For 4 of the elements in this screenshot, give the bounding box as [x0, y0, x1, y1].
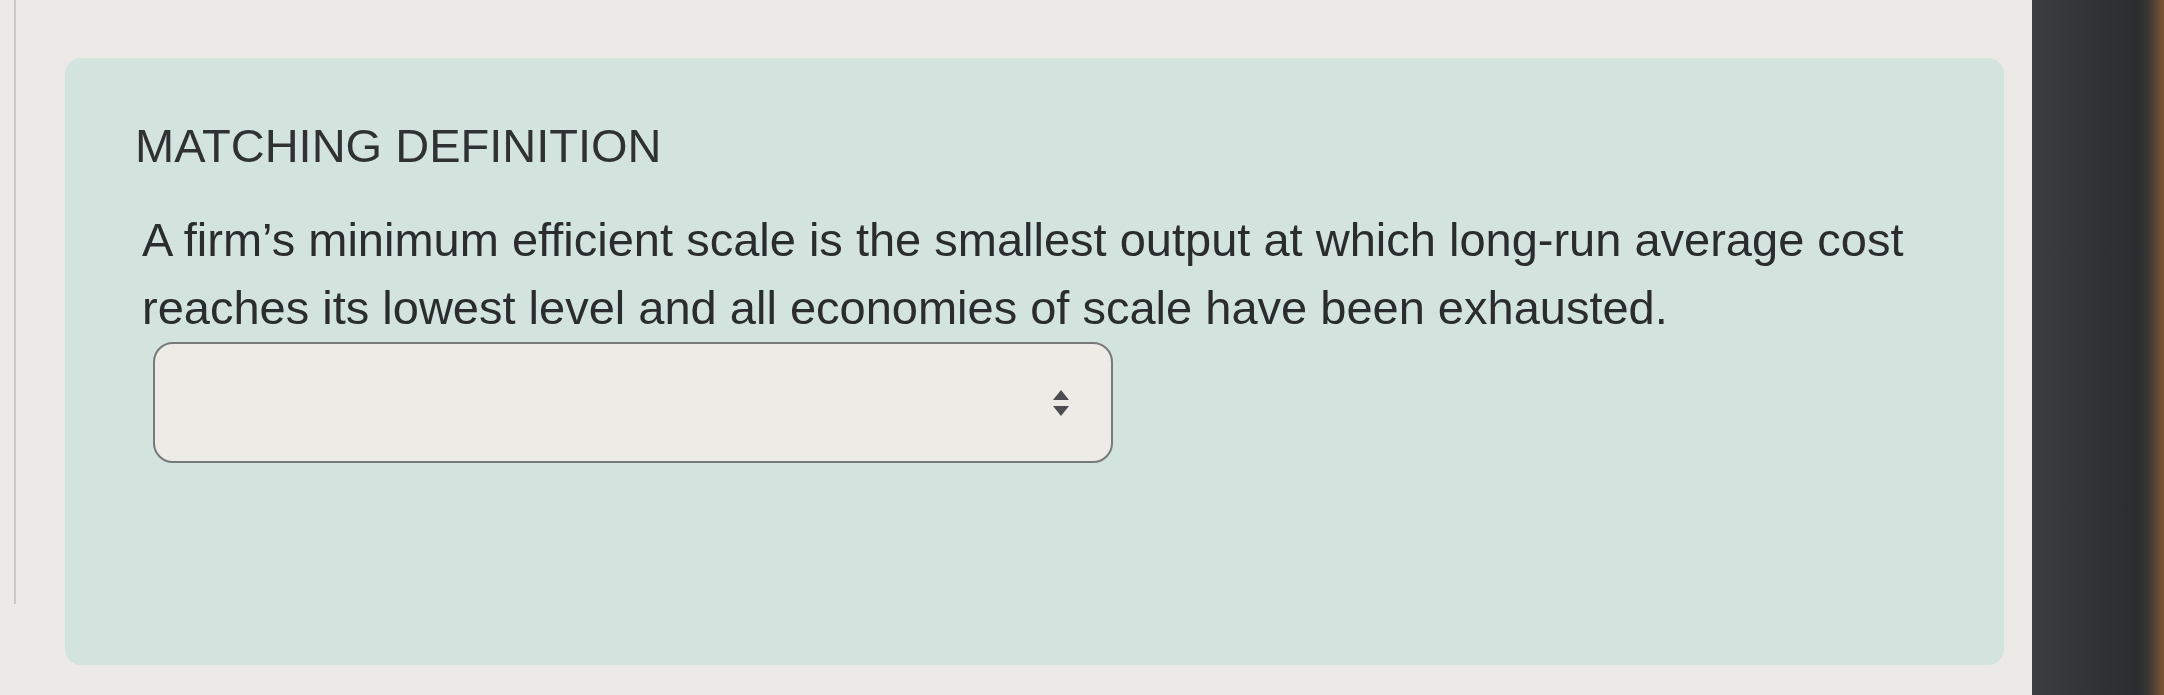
answer-dropdown[interactable] [153, 342, 1113, 463]
definition-text: A firm’s minimum efficient scale is the smallest output at which long-run average cost reaches its lowest level and all economies of scale have been exhausted. [142, 212, 1905, 336]
up-down-caret-icon [1053, 389, 1069, 416]
question-heading: MATCHING DEFINITION [135, 122, 662, 169]
